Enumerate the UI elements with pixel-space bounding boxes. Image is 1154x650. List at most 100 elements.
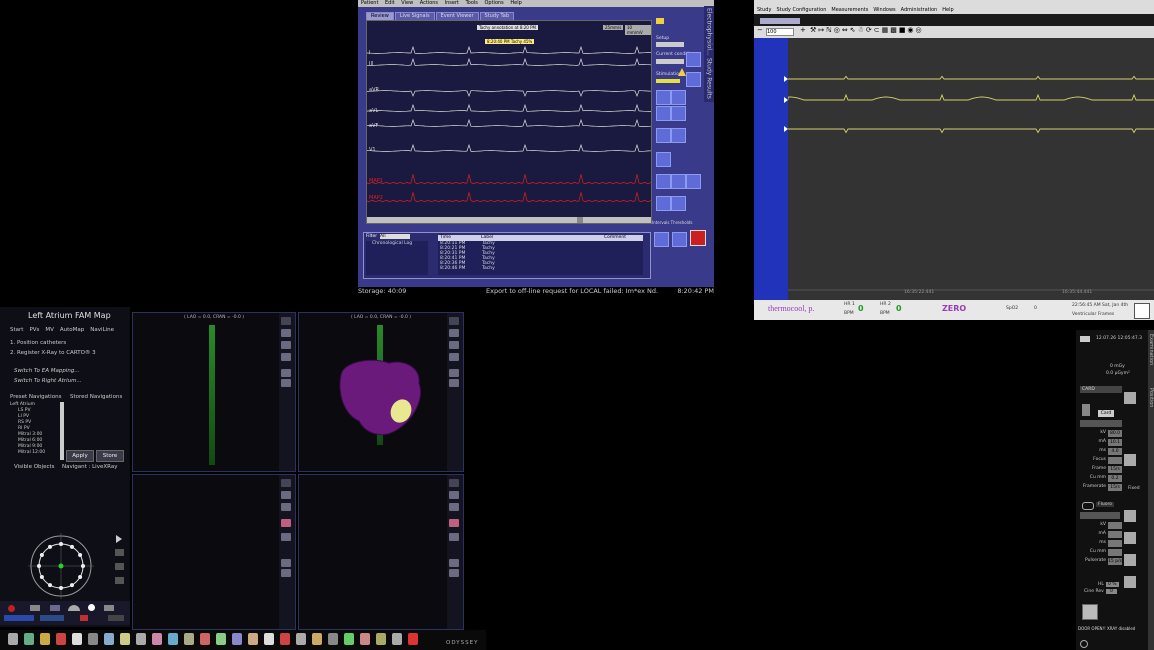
catheter-icon[interactable]	[449, 559, 459, 567]
figure-icon[interactable]	[281, 519, 291, 527]
play-icon[interactable]	[116, 535, 122, 543]
3d-view-bottom-left[interactable]	[132, 474, 296, 630]
col-blank-1[interactable]	[520, 235, 561, 241]
rotate-icon[interactable]	[449, 329, 459, 337]
folder-icon[interactable]	[656, 18, 664, 24]
menu-windows[interactable]: Windows	[873, 7, 895, 13]
tool-button-1[interactable]	[686, 72, 701, 87]
image-store-icon[interactable]	[1082, 604, 1098, 620]
speaker-icon[interactable]	[1082, 404, 1090, 416]
tool-button-7[interactable]	[671, 128, 686, 143]
taskbar-app-icon[interactable]	[56, 633, 66, 645]
taskbar-app-icon[interactable]	[8, 633, 18, 645]
stim-icon-1[interactable]	[654, 232, 669, 247]
taskbar-app-icon[interactable]	[312, 633, 322, 645]
camera-icon[interactable]	[449, 569, 459, 577]
taskbar-app-icon[interactable]	[344, 633, 354, 645]
compass-dot[interactable]	[48, 544, 52, 549]
view-menu-icon[interactable]	[281, 479, 291, 487]
rotate-icon-2[interactable]	[281, 533, 291, 541]
xray-param-value[interactable]: 80.0	[1108, 430, 1122, 437]
tool-button-10[interactable]	[671, 174, 686, 189]
taskbar-app-icon[interactable]	[248, 633, 258, 645]
ep-waveform-area[interactable]: Tachy annotation at 8:20 PM 8:20:40 PM T…	[366, 20, 652, 224]
menu-measurements[interactable]: Measurements	[831, 7, 868, 13]
menu-actions[interactable]: Actions	[420, 0, 438, 6]
vtab-position[interactable]: Position	[1148, 388, 1154, 407]
zero-button[interactable]: ZERO	[942, 304, 966, 313]
status-icon[interactable]	[80, 615, 88, 621]
filter-select[interactable]: All	[380, 234, 410, 239]
target-icon[interactable]	[449, 341, 459, 349]
view-menu-icon[interactable]	[449, 479, 459, 487]
compass-dot[interactable]	[39, 575, 44, 579]
log-tree-item[interactable]: Chronological Log	[366, 241, 428, 246]
condition-select[interactable]	[656, 59, 684, 64]
menu-help[interactable]: Help	[942, 7, 953, 13]
compass-dot[interactable]	[70, 583, 74, 588]
tab-naviline[interactable]: NaviLine	[90, 327, 114, 333]
compass-dot[interactable]	[81, 564, 85, 568]
side-button-5[interactable]	[1124, 554, 1136, 566]
search-button[interactable]	[656, 196, 671, 211]
menu-tools[interactable]: Tools	[466, 0, 478, 6]
grid-icon[interactable]	[50, 605, 60, 611]
zoom-in-icon[interactable]: +	[800, 26, 806, 34]
taskbar-app-icon[interactable]	[24, 633, 34, 645]
taskbar-app-icon[interactable]	[104, 633, 114, 645]
stim-icon-2[interactable]	[672, 232, 687, 247]
taskbar-app-icon[interactable]	[376, 633, 386, 645]
col-comment[interactable]: Comment	[602, 235, 643, 241]
fluoro-param-value[interactable]	[1108, 531, 1122, 538]
tool-button-9[interactable]	[656, 174, 671, 189]
stimulation-bar[interactable]	[656, 79, 680, 83]
store-button[interactable]: Store	[96, 450, 124, 462]
col-blank-2[interactable]	[561, 235, 602, 241]
compass-dot[interactable]	[59, 542, 63, 546]
setup-select[interactable]	[656, 42, 684, 47]
taskbar-app-icon[interactable]	[296, 633, 306, 645]
tool-button-8[interactable]	[656, 152, 671, 167]
compass-dot[interactable]	[37, 564, 41, 568]
magnet-direction-navigator[interactable]	[24, 529, 98, 603]
catheter-icon[interactable]	[449, 369, 459, 377]
target-icon[interactable]	[449, 503, 459, 511]
rotate-icon-2[interactable]	[449, 533, 459, 541]
tool-button-4[interactable]	[656, 106, 671, 121]
menu-insert[interactable]: Insert	[445, 0, 459, 6]
taskbar-app-icon[interactable]	[264, 633, 274, 645]
tool-button-11[interactable]	[686, 174, 701, 189]
record-icon[interactable]	[8, 605, 15, 612]
save-icon[interactable]	[1134, 303, 1150, 319]
taskbar-app-icon[interactable]	[184, 633, 194, 645]
taskbar-app-icon[interactable]	[360, 633, 370, 645]
tab-mv[interactable]: MV	[45, 327, 54, 333]
side-button-1[interactable]	[1124, 392, 1136, 404]
table-row[interactable]: 8:20:46 PM Tachy	[438, 266, 643, 271]
xray-param-value[interactable]: 15/s	[1108, 466, 1122, 473]
tool-button-2[interactable]	[656, 90, 671, 105]
taskbar-app-icon[interactable]	[232, 633, 242, 645]
step-position-catheters[interactable]: 1. Position catheters	[10, 340, 66, 346]
side-button-6[interactable]	[1124, 576, 1136, 588]
wand-icon[interactable]	[104, 605, 114, 611]
camera-icon[interactable]	[281, 569, 291, 577]
catheter-icon[interactable]	[281, 369, 291, 377]
taskbar-app-icon[interactable]	[216, 633, 226, 645]
power-icon[interactable]	[1080, 640, 1088, 648]
compass-dot[interactable]	[78, 553, 83, 557]
taskbar-app-icon[interactable]	[328, 633, 338, 645]
taskbar-app-icon[interactable]	[152, 633, 162, 645]
preset-list[interactable]: Left Atrium LS PV LI PV RS PV RI PV Mitr…	[10, 402, 64, 462]
cine-value[interactable]: 0	[1106, 589, 1117, 594]
xray-param-value[interactable]	[1108, 457, 1122, 464]
horizontal-scrollbar[interactable]	[367, 217, 651, 223]
tool-button-5[interactable]	[671, 106, 686, 121]
hill-icon[interactable]	[68, 605, 80, 611]
recorder-subtab[interactable]	[760, 18, 800, 24]
tool-button-3[interactable]	[671, 90, 686, 105]
menu-patient[interactable]: Patient	[361, 0, 378, 6]
taskbar-app-icon[interactable]	[136, 633, 146, 645]
catheter-icon[interactable]	[281, 559, 291, 567]
side-button-2[interactable]	[1124, 454, 1136, 466]
